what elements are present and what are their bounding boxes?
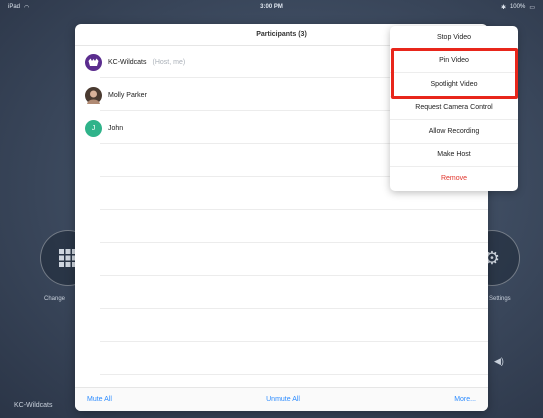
divider xyxy=(100,275,488,276)
spotlight-video-item[interactable]: Spotlight Video xyxy=(390,73,518,97)
status-time: 3:00 PM xyxy=(260,4,283,10)
avatar xyxy=(85,86,102,104)
remove-item[interactable]: Remove xyxy=(390,167,518,191)
request-camera-control-item[interactable]: Request Camera Control xyxy=(390,97,518,120)
participant-name: Molly Parker xyxy=(108,91,147,99)
make-host-item[interactable]: Make Host xyxy=(390,144,518,167)
participant-context-menu: Stop Video Pin Video Spotlight Video Req… xyxy=(390,26,518,191)
panel-footer: Mute All Unmute All More... xyxy=(75,387,488,411)
participant-row[interactable]: Molly Parker xyxy=(85,84,385,106)
participant-row[interactable]: J John xyxy=(85,117,385,139)
settings-label: Settings xyxy=(489,296,511,302)
divider xyxy=(100,209,488,210)
meeting-name: KC-Wildcats xyxy=(14,402,53,409)
mute-all-button[interactable]: Mute All xyxy=(87,396,112,403)
person-photo-icon xyxy=(87,90,100,104)
avatar xyxy=(85,53,102,71)
status-bar: iPad ◠ 3:00 PM ✱ 100% ▭ xyxy=(0,0,543,14)
participant-tag: (Host, me) xyxy=(152,58,186,66)
divider xyxy=(100,374,488,375)
allow-recording-item[interactable]: Allow Recording xyxy=(390,120,518,144)
stop-video-item[interactable]: Stop Video xyxy=(390,26,518,50)
change-label: Change xyxy=(44,296,66,302)
pin-video-item[interactable]: Pin Video xyxy=(390,50,518,73)
avatar: J xyxy=(85,119,102,137)
participant-row[interactable]: KC-Wildcats (Host, me) xyxy=(85,51,385,73)
participant-name: KC-Wildcats xyxy=(108,58,147,66)
participant-name: John xyxy=(108,124,124,132)
divider xyxy=(100,308,488,309)
divider xyxy=(100,242,488,243)
more-button[interactable]: More... xyxy=(454,396,476,403)
divider xyxy=(100,341,488,342)
wildcat-logo-icon xyxy=(88,58,99,66)
speaker-icon[interactable]: ◀) xyxy=(494,356,504,367)
unmute-all-button[interactable]: Unmute All xyxy=(266,396,300,403)
